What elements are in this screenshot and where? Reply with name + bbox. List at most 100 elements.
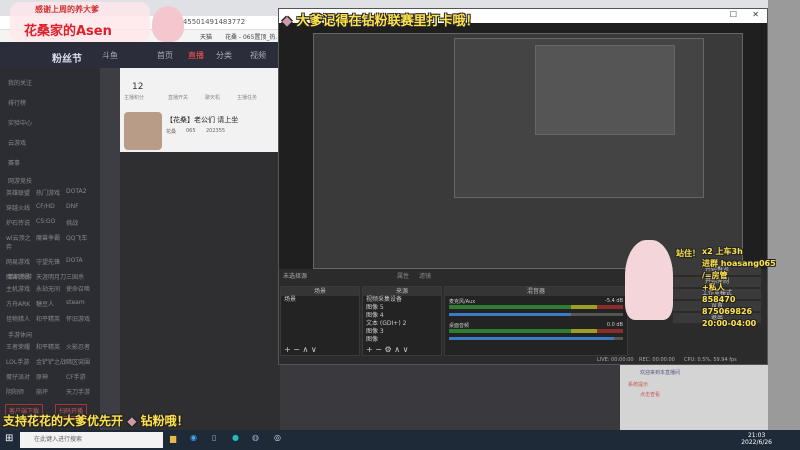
category-link[interactable]: 热门游戏: [36, 188, 66, 197]
volume-slider[interactable]: [449, 337, 623, 340]
category-link[interactable]: DOTA: [66, 257, 96, 266]
category-link[interactable]: 蛋仔派对: [6, 372, 36, 381]
category-link[interactable]: 暗区突围: [66, 357, 96, 366]
video-player[interactable]: [120, 152, 280, 430]
sidebar-item[interactable]: 云游戏: [8, 138, 26, 147]
sticker-thanks: 感谢上周的养大爹: [35, 5, 99, 14]
obs-icon[interactable]: ◎: [274, 433, 281, 442]
clock[interactable]: 21:03 2022/6/26: [741, 432, 772, 446]
category-link[interactable]: 金铲铲之战: [36, 357, 66, 366]
category-link[interactable]: 阴阳师: [6, 387, 36, 396]
app-icon[interactable]: ●: [232, 433, 239, 442]
notepad-icon[interactable]: ▯: [212, 433, 216, 442]
category-link[interactable]: CF/HD: [36, 203, 66, 212]
source-item[interactable]: 图像 5: [363, 304, 441, 312]
maximize-icon[interactable]: ☐: [730, 10, 737, 19]
chat-link[interactable]: 点击查看: [640, 391, 660, 398]
title-banner: ◆ 大爹记得在钻粉联赛里打卡哦！: [282, 14, 479, 29]
sidebar-item[interactable]: 实验中心: [8, 118, 32, 127]
room-tag: 202355: [206, 128, 226, 134]
diamond-badge-icon: ◆: [127, 414, 137, 428]
nav-home[interactable]: 首页: [157, 50, 173, 61]
nav-video[interactable]: 视频: [250, 50, 266, 61]
category-link[interactable]: 和平精英: [36, 314, 66, 323]
audio-meter: [449, 329, 623, 333]
panel-header: 混音器: [445, 287, 627, 296]
streamer-avatar[interactable]: [124, 112, 162, 150]
file-explorer-icon[interactable]: ▆: [170, 434, 176, 443]
nav-category[interactable]: 分类: [216, 50, 232, 61]
selected-source-label: 未选择源: [283, 273, 308, 280]
nav-live[interactable]: 直播: [188, 50, 204, 61]
sidebar-item[interactable]: 赛事: [8, 158, 20, 167]
volume-slider[interactable]: [449, 313, 623, 316]
category-link[interactable]: 王者荣耀: [6, 342, 36, 351]
category-link[interactable]: CF手游: [66, 372, 96, 381]
category-link[interactable]: 使命召唤: [66, 284, 96, 293]
category-link[interactable]: 三国杀: [66, 272, 96, 281]
filters-button[interactable]: 滤镜: [419, 271, 431, 280]
category-link[interactable]: QQ飞车: [66, 233, 96, 251]
stat-label: 直播开关: [168, 95, 189, 101]
category-link[interactable]: 网易游戏: [6, 257, 36, 266]
category-link[interactable]: 天刀手游: [66, 387, 96, 396]
category-link[interactable]: 火影忍者: [66, 342, 96, 351]
category-link[interactable]: LOL手游: [6, 357, 36, 366]
category-link[interactable]: 英雄联盟: [6, 188, 36, 197]
mixer-db: 0.0 dB: [606, 322, 623, 328]
sidebar-item[interactable]: 排行榜: [8, 98, 26, 107]
taskbar-search[interactable]: 在此键入进行搜索: [20, 432, 163, 448]
category-link[interactable]: 和平精英: [36, 342, 66, 351]
rec-time: REC: 00:00:00: [639, 357, 675, 363]
source-item[interactable]: 图像 3: [363, 328, 441, 336]
sidebar-item[interactable]: 我的关注: [8, 78, 32, 87]
properties-button[interactable]: 属性: [397, 271, 409, 280]
category-link[interactable]: DNF: [66, 203, 96, 212]
diamond-badge-icon: ◆: [282, 14, 292, 29]
source-item[interactable]: 图像 4: [363, 312, 441, 320]
category-link[interactable]: 糖豆人: [36, 299, 66, 308]
scrollbar[interactable]: [100, 68, 120, 430]
category-link[interactable]: wl云顶之弈: [6, 233, 36, 251]
nested-capture: [454, 38, 704, 198]
scene-item[interactable]: 场景: [281, 296, 359, 304]
category-link[interactable]: 方舟ARK: [6, 299, 36, 308]
steam-icon[interactable]: ◍: [252, 433, 259, 442]
room-tag: 065: [186, 128, 196, 134]
category-link[interactable]: steam: [66, 299, 96, 308]
mascot-character: [625, 240, 673, 320]
mixer-panel: 混音器 麦克风/Aux -5.4 dB 桌面音频 0.0 dB: [444, 286, 628, 356]
scenes-panel: 场景 场景 + − ∧ ∨: [280, 286, 360, 356]
category-link[interactable]: 崩坏: [36, 387, 66, 396]
category-link[interactable]: 怪物猎人: [6, 314, 36, 323]
category-link[interactable]: 天涯明月刀: [36, 272, 66, 281]
panel-header: 场景: [281, 287, 359, 296]
category-link[interactable]: 永劫无间: [36, 284, 66, 293]
bookmark[interactable]: 花桑 - 065置顶_热...: [225, 32, 281, 41]
category-link[interactable]: CS:GO: [36, 218, 66, 227]
live-time: LIVE: 00:00:00: [597, 357, 634, 363]
category-link[interactable]: 原神: [36, 372, 66, 381]
source-item[interactable]: 图像: [363, 336, 441, 344]
category-link[interactable]: DOTA2: [66, 188, 96, 197]
edge-icon[interactable]: ◉: [190, 433, 197, 442]
audio-meter: [449, 305, 623, 309]
category-link[interactable]: 挑战: [66, 218, 96, 227]
bookmark[interactable]: 天猫: [200, 32, 212, 41]
obs-preview[interactable]: [279, 23, 767, 269]
source-item[interactable]: 视频采集设备: [363, 296, 441, 304]
room-tag: 花桑: [166, 129, 177, 135]
mixer-db: -5.4 dB: [605, 298, 623, 304]
source-controls[interactable]: + − ⚙ ∧ ∨: [366, 345, 408, 354]
category-link[interactable]: 守望先锋: [36, 257, 66, 266]
category-link[interactable]: 炉石传说: [6, 218, 36, 227]
category-link[interactable]: 主机游戏: [6, 284, 36, 293]
close-icon[interactable]: ✕: [752, 10, 759, 19]
category-link[interactable]: 穿越火线: [6, 203, 36, 212]
windows-start-icon[interactable]: ⊞: [5, 433, 13, 444]
source-item[interactable]: 文本 (GDI+) 2: [363, 320, 441, 328]
category-link[interactable]: 怀旧游戏: [66, 314, 96, 323]
stat-count: 12: [132, 82, 144, 92]
scene-controls[interactable]: + − ∧ ∨: [284, 345, 317, 354]
category-link[interactable]: 魔兽争霸: [36, 233, 66, 251]
